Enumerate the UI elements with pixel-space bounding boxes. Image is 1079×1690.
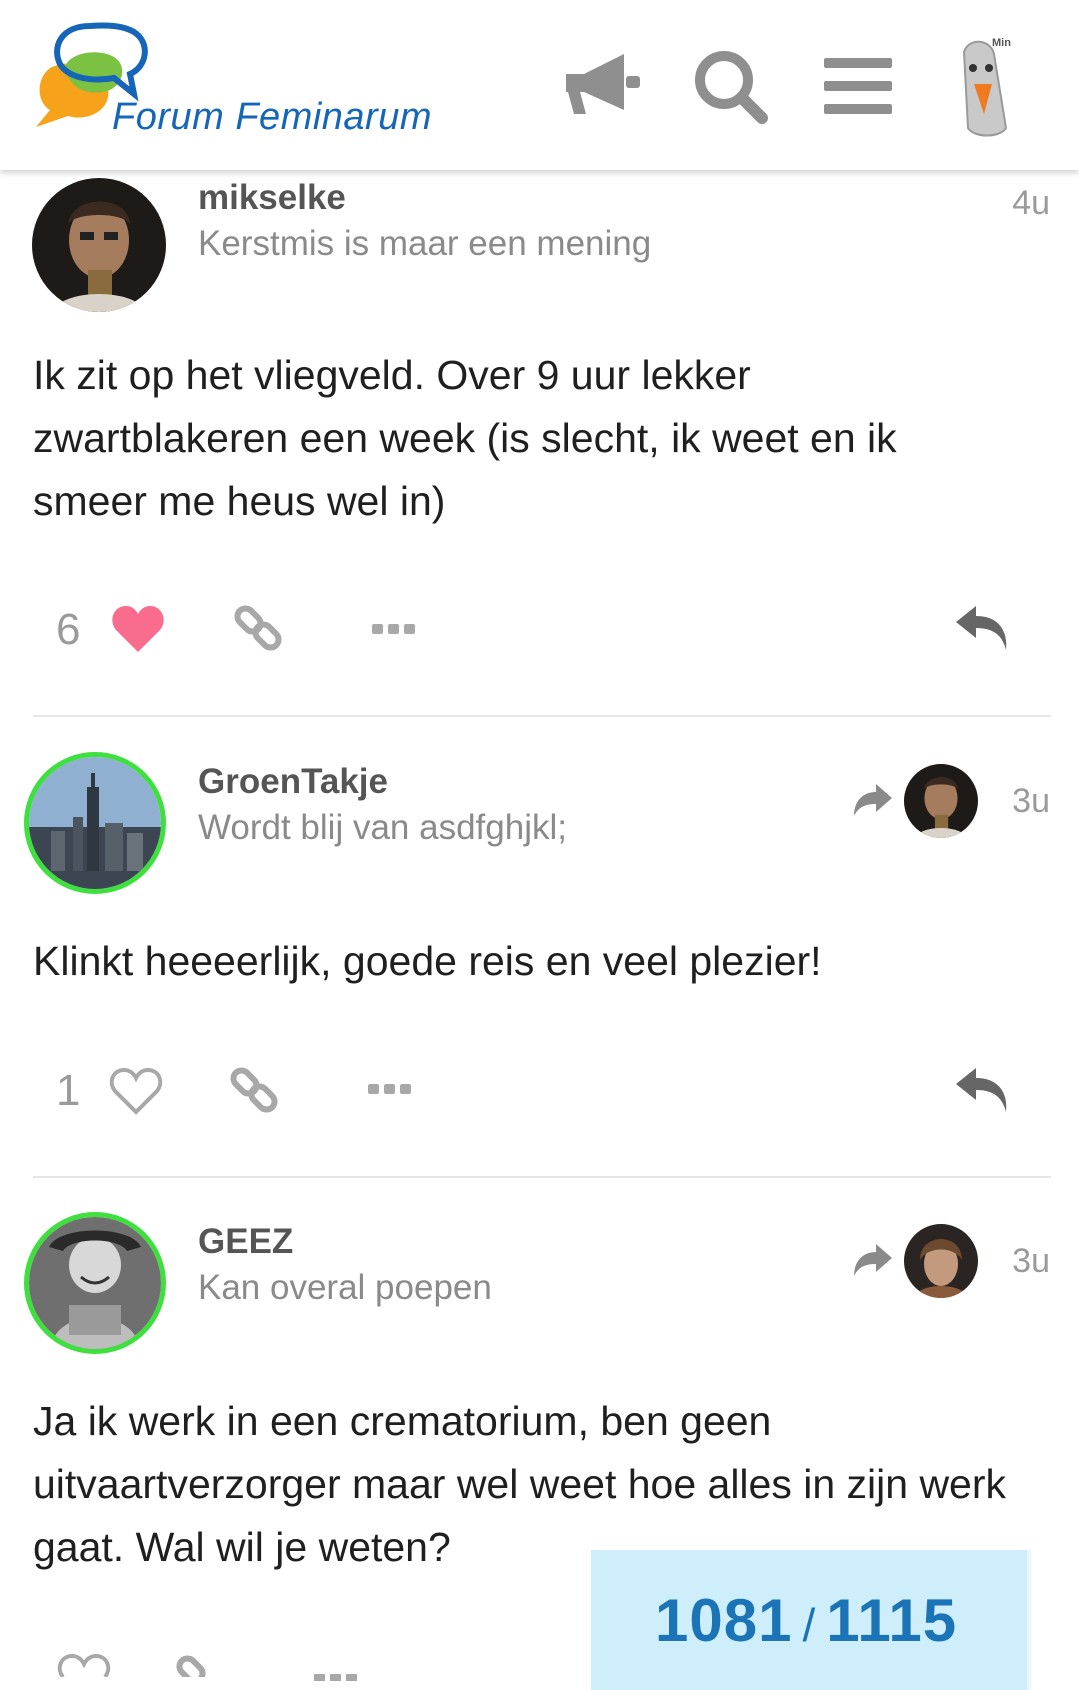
more-options-icon[interactable] bbox=[368, 1082, 412, 1101]
app-header: Forum Feminarum Min bbox=[0, 0, 1079, 170]
progress-separator: / bbox=[802, 1599, 817, 1651]
heart-outline-icon[interactable] bbox=[56, 1652, 112, 1682]
heart-icon[interactable] bbox=[110, 604, 166, 659]
topic-progress[interactable]: 1081/1115 bbox=[591, 1550, 1031, 1690]
avatar-badge: Min bbox=[992, 37, 1011, 49]
link-icon[interactable] bbox=[228, 1064, 280, 1121]
reply-icon[interactable] bbox=[954, 604, 1010, 657]
post-body: Ik zit op het vliegveld. Over 9 uur lekk… bbox=[33, 352, 897, 524]
more-options-icon[interactable] bbox=[314, 1668, 358, 1686]
progress-numbers: 1081/1115 bbox=[655, 1586, 957, 1655]
reply-to-arrow-icon bbox=[852, 1242, 894, 1283]
user-avatar[interactable]: Min bbox=[940, 32, 1020, 147]
more-options-icon[interactable] bbox=[372, 622, 416, 641]
post-username[interactable]: GEEZ bbox=[198, 1222, 293, 1262]
post-username[interactable]: GroenTakje bbox=[198, 762, 388, 802]
post-age[interactable]: 4u bbox=[1012, 184, 1050, 223]
brand-name: Forum Feminarum bbox=[112, 96, 432, 138]
post-username[interactable]: mikselke bbox=[198, 178, 346, 218]
heart-outline-icon[interactable] bbox=[108, 1066, 164, 1121]
post-age[interactable]: 3u bbox=[1012, 782, 1050, 821]
avatar[interactable] bbox=[24, 1212, 166, 1354]
progress-current: 1081 bbox=[655, 1587, 793, 1654]
reply-to-avatar[interactable] bbox=[904, 1224, 978, 1298]
reply-icon[interactable] bbox=[954, 1066, 1010, 1119]
menu-icon[interactable] bbox=[822, 56, 894, 121]
link-icon[interactable] bbox=[174, 1652, 226, 1685]
like-count[interactable]: 1 bbox=[56, 1066, 80, 1116]
post-age[interactable]: 3u bbox=[1012, 1242, 1050, 1281]
reply-to-avatar[interactable] bbox=[904, 764, 978, 838]
search-icon[interactable] bbox=[692, 48, 770, 131]
progress-total: 1115 bbox=[826, 1587, 958, 1654]
post-divider bbox=[33, 715, 1051, 717]
post-user-title: Wordt blij van asdfghjkl; bbox=[198, 808, 567, 847]
megaphone-icon[interactable] bbox=[562, 48, 642, 125]
post-user-title: Kerstmis is maar een mening bbox=[198, 224, 652, 263]
avatar[interactable] bbox=[32, 178, 166, 312]
like-count[interactable]: 6 bbox=[56, 605, 80, 655]
link-icon[interactable] bbox=[232, 602, 284, 659]
reply-to-arrow-icon bbox=[852, 782, 894, 823]
avatar[interactable] bbox=[24, 752, 166, 894]
post-user-title: Kan overal poepen bbox=[198, 1268, 492, 1307]
post-body: Klinkt heeeerlijk, goede reis en veel pl… bbox=[33, 938, 822, 984]
post-divider bbox=[33, 1176, 1051, 1178]
